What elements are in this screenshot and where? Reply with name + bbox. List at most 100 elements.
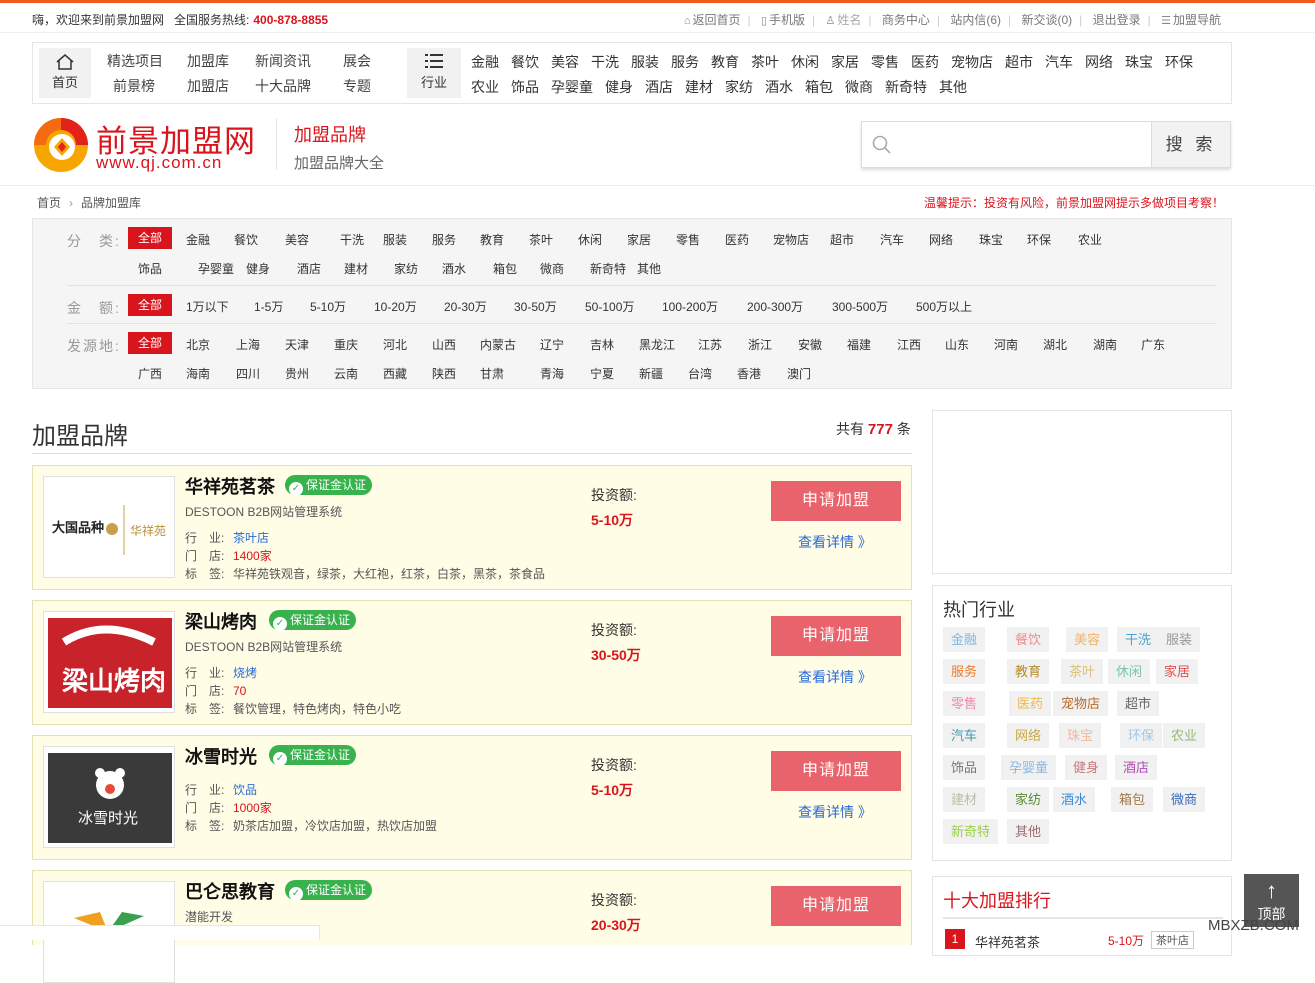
filter-option[interactable]: 家居	[627, 231, 651, 248]
nav-industry-button[interactable]: 行业	[407, 48, 461, 98]
filter-option[interactable]: 酒水	[442, 260, 466, 277]
filter-option[interactable]: 饰品	[138, 260, 162, 277]
nav-home-button[interactable]: 首页	[39, 48, 91, 98]
filter-option[interactable]: 5-10万	[310, 298, 346, 315]
rank-item-name[interactable]: 华祥苑茗茶	[975, 932, 1040, 951]
apply-button[interactable]: 申请加盟	[771, 751, 901, 791]
industry-link[interactable]: 微商	[845, 79, 873, 95]
filter-option[interactable]: 微商	[540, 260, 564, 277]
industry-link[interactable]: 服务	[671, 54, 699, 70]
hot-industry-tag[interactable]: 餐饮	[1007, 627, 1050, 652]
industry-link[interactable]: 新奇特	[885, 79, 927, 95]
hot-industry-tag[interactable]: 美容	[1066, 627, 1109, 652]
brand-name[interactable]: 梁山烤肉	[185, 608, 257, 634]
industry-link[interactable]: 其他	[939, 79, 967, 95]
filter-option[interactable]: 北京	[186, 336, 210, 353]
filter-option[interactable]: 全部	[128, 332, 172, 354]
filter-option[interactable]: 重庆	[334, 336, 358, 353]
industry-link[interactable]: 环保	[1165, 54, 1193, 70]
brand-logo-image[interactable]: 梁山烤肉	[43, 611, 175, 713]
industry-link[interactable]: 超市	[1005, 54, 1033, 70]
industry-link[interactable]: 农业	[471, 79, 499, 95]
filter-option[interactable]: 安徽	[798, 336, 822, 353]
filter-option[interactable]: 辽宁	[540, 336, 564, 353]
filter-option[interactable]: 宠物店	[773, 231, 809, 248]
filter-option[interactable]: 上海	[236, 336, 260, 353]
filter-option[interactable]: 山西	[432, 336, 456, 353]
filter-option[interactable]: 1-5万	[254, 298, 283, 315]
hot-industry-tag[interactable]: 箱包	[1111, 787, 1154, 812]
industry-link[interactable]: 饰品	[511, 79, 539, 95]
industry-link[interactable]: 珠宝	[1125, 54, 1153, 70]
industry-link[interactable]: 箱包	[805, 79, 833, 95]
brand-name[interactable]: 巴仑思教育	[185, 878, 275, 904]
nav-topics-link[interactable]: 专题	[343, 78, 371, 94]
industry-link[interactable]: 酒店	[645, 79, 673, 95]
industry-link[interactable]: 餐饮	[511, 54, 539, 70]
filter-option[interactable]: 网络	[929, 231, 953, 248]
hot-industry-tag[interactable]: 建材	[943, 787, 986, 812]
hot-industry-tag[interactable]: 茶叶	[1061, 659, 1104, 684]
hot-industry-tag[interactable]: 金融	[943, 627, 986, 652]
industry-link[interactable]: 建材	[685, 79, 713, 95]
industry-link[interactable]: 金融	[471, 54, 499, 70]
filter-option[interactable]: 酒店	[297, 260, 321, 277]
hot-industry-tag[interactable]: 干洗	[1117, 627, 1160, 652]
business-center-link[interactable]: 商务中心	[882, 13, 930, 27]
hot-industry-tag[interactable]: 零售	[943, 691, 986, 716]
filter-option[interactable]: 美容	[285, 231, 309, 248]
filter-option[interactable]: 100-200万	[662, 298, 718, 315]
industry-link[interactable]: 零售	[871, 54, 899, 70]
brand-name[interactable]: 华祥苑茗茶	[185, 473, 275, 499]
brand-name[interactable]: 冰雪时光	[185, 743, 257, 769]
filter-option[interactable]: 黑龙江	[639, 336, 675, 353]
filter-option[interactable]: 300-500万	[832, 298, 888, 315]
filter-option[interactable]: 1万以下	[186, 298, 229, 315]
logout-link[interactable]: 退出登录	[1093, 13, 1141, 27]
hot-industry-tag[interactable]: 超市	[1117, 691, 1160, 716]
hot-industry-tag[interactable]: 其他	[1007, 819, 1050, 844]
filter-option[interactable]: 服装	[383, 231, 407, 248]
filter-option[interactable]: 零售	[676, 231, 700, 248]
filter-option[interactable]: 教育	[480, 231, 504, 248]
meta-value-industry[interactable]: 烧烤	[233, 666, 257, 680]
filter-option[interactable]: 建材	[344, 260, 368, 277]
hot-industry-tag[interactable]: 新奇特	[943, 819, 999, 844]
hot-industry-tag[interactable]: 微商	[1163, 787, 1206, 812]
view-details-link[interactable]: 查看详情 》	[798, 532, 872, 552]
filter-option[interactable]: 全部	[128, 294, 172, 316]
username-link[interactable]: 姓名	[837, 13, 861, 27]
filter-option[interactable]: 新奇特	[590, 260, 626, 277]
filter-option[interactable]: 海南	[186, 365, 210, 382]
view-details-link[interactable]: 查看详情 》	[798, 667, 872, 687]
meta-value-industry[interactable]: 饮品	[233, 783, 257, 797]
filter-option[interactable]: 餐饮	[234, 231, 258, 248]
search-input[interactable]	[902, 130, 1142, 160]
filter-option[interactable]: 珠宝	[979, 231, 1003, 248]
filter-option[interactable]: 金融	[186, 231, 210, 248]
filter-option[interactable]: 江西	[897, 336, 921, 353]
hot-industry-tag[interactable]: 医药	[1009, 691, 1052, 716]
meta-value-industry[interactable]: 茶叶店	[233, 531, 269, 545]
industry-link[interactable]: 教育	[711, 54, 739, 70]
site-logo[interactable]: 前景加盟网 www.qj.com.cn	[32, 116, 262, 176]
hot-industry-tag[interactable]: 饰品	[943, 755, 986, 780]
filter-option[interactable]: 澳门	[787, 365, 811, 382]
nav-featured-link[interactable]: 精选项目	[107, 53, 163, 69]
filter-option[interactable]: 其他	[637, 260, 661, 277]
filter-option[interactable]: 贵州	[285, 365, 309, 382]
filter-option[interactable]: 台湾	[688, 365, 712, 382]
search-button[interactable]: 搜 索	[1151, 122, 1230, 167]
breadcrumb-current-link[interactable]: 品牌加盟库	[81, 196, 141, 210]
hot-industry-tag[interactable]: 家纺	[1007, 787, 1050, 812]
filter-option[interactable]: 香港	[737, 365, 761, 382]
back-home-link[interactable]: 返回首页	[692, 13, 740, 27]
hot-industry-tag[interactable]: 健身	[1065, 755, 1108, 780]
industry-link[interactable]: 健身	[605, 79, 633, 95]
filter-option[interactable]: 内蒙古	[480, 336, 516, 353]
filter-option[interactable]: 新疆	[639, 365, 663, 382]
filter-option[interactable]: 200-300万	[747, 298, 803, 315]
filter-option[interactable]: 天津	[285, 336, 309, 353]
industry-link[interactable]: 家居	[831, 54, 859, 70]
hot-industry-tag[interactable]: 酒水	[1053, 787, 1096, 812]
